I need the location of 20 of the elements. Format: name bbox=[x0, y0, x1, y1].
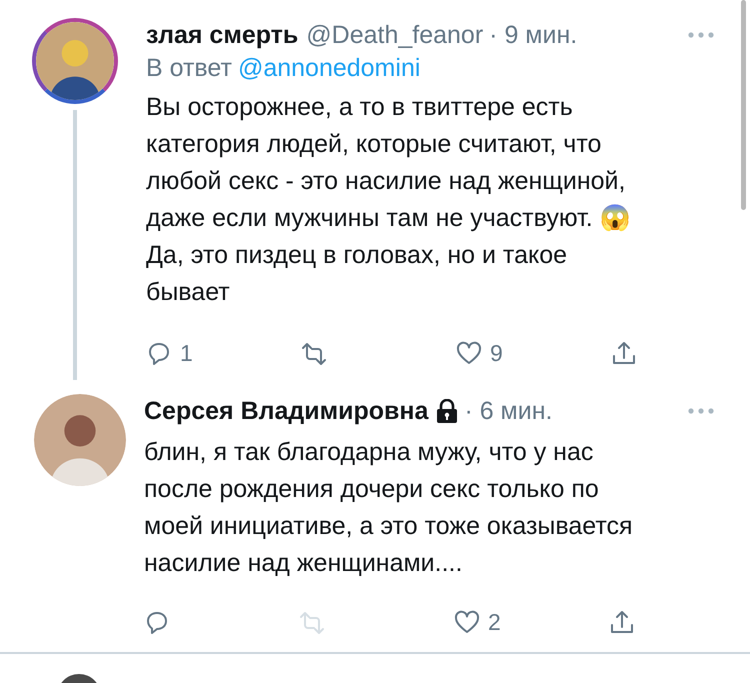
heart-button[interactable]: 9 bbox=[456, 340, 611, 366]
heart-icon bbox=[456, 340, 482, 366]
user-handle: @Death_feanor bbox=[306, 20, 484, 50]
share-icon bbox=[611, 340, 637, 366]
reply-label: В ответ bbox=[146, 54, 232, 82]
tweet-text: Вы осторожнее, а то в твиттере есть категория людей, которые считают, что любой секс - это насилие над женщиной, даже если мужчины там не участвуют. 😱 Да, это пиздец в головах, но и такое бывает bbox=[146, 92, 632, 308]
speech-bubble-button[interactable]: 1 bbox=[146, 340, 301, 366]
timestamp: · 9 мин. bbox=[489, 20, 578, 50]
user-name: злая смерть bbox=[146, 20, 298, 50]
tweet-text: блин, я так благодарна мужу, что у нас после рождения дочери секс только по моей инициативе, а это тоже оказывается насилие над женщинами.... bbox=[144, 437, 634, 579]
heart-icon bbox=[454, 608, 480, 636]
share-icon bbox=[609, 608, 635, 636]
mention-link[interactable]: @annonedomini bbox=[238, 54, 420, 82]
avatar[interactable] bbox=[32, 18, 118, 104]
timestamp: · 6 мин. bbox=[464, 396, 552, 426]
user-name: Серсея Владимировна bbox=[144, 396, 428, 426]
share-button[interactable] bbox=[611, 340, 637, 366]
avatar[interactable] bbox=[34, 394, 126, 486]
heart-button[interactable]: 2 bbox=[454, 608, 609, 636]
share-button[interactable] bbox=[609, 608, 635, 636]
